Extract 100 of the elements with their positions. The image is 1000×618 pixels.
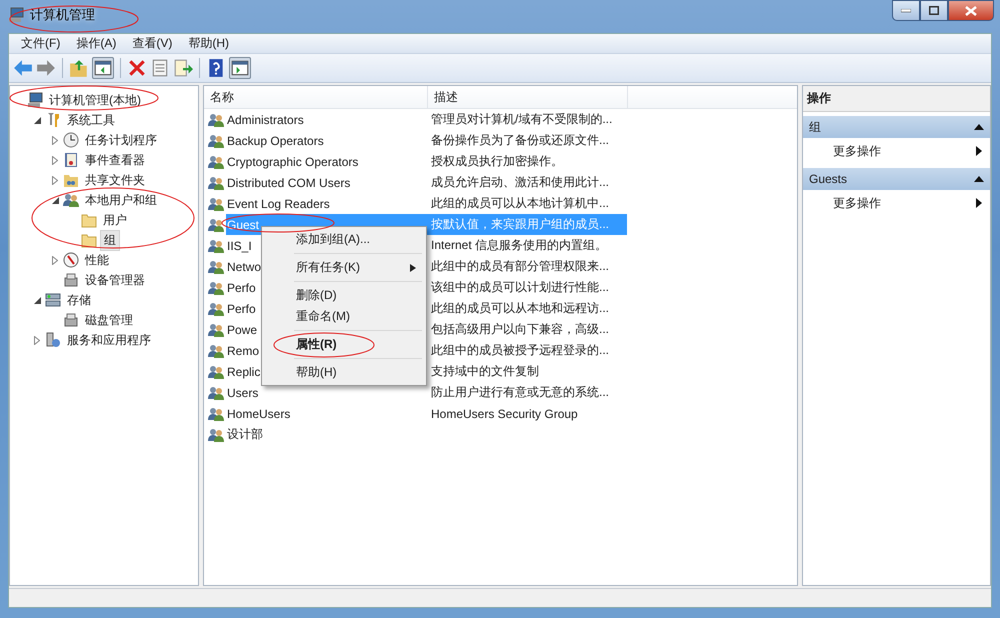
menu-item[interactable]: 属性(R) [264,334,424,355]
table-cell-text: HomeUsers Security Group [430,406,579,422]
device-icon [63,272,79,288]
collapsed-arrow-icon[interactable] [52,176,58,184]
table-cell-text: 此组的成员可以从本地计算机中... [430,195,610,212]
menu-item[interactable]: 操作(A) [68,35,124,52]
group-icon [208,280,224,296]
table-cell-text: 支持域中的文件复制 [430,363,540,380]
collapse-arrow-icon[interactable] [974,176,984,182]
group-name[interactable]: Perfo [227,302,256,316]
tree-item[interactable]: 存储 [64,290,94,310]
table-cell-text: 备份操作员为了备份或还原文件... [430,132,610,149]
tree-item[interactable]: 事件查看器 [82,150,148,170]
section-header[interactable]: Guests [803,168,990,190]
column-header[interactable]: 名称 [204,86,428,108]
group-icon [208,174,224,190]
group-name[interactable]: HomeUsers [227,406,290,420]
menu-item[interactable]: 帮助(H) [180,35,237,52]
group-icon [208,196,224,212]
group-icon [208,238,224,254]
export-list-icon[interactable] [173,58,193,78]
section-header[interactable]: 组 [803,116,990,138]
users-icon [63,192,79,208]
tree-item[interactable]: 本地用户和组 [82,190,160,210]
group-icon [208,384,224,400]
group-icon [208,364,224,380]
expanded-arrow-icon[interactable] [34,116,40,124]
group-name[interactable]: Perfo [227,280,256,294]
collapsed-arrow-icon[interactable] [52,156,58,164]
menu-item[interactable]: 帮助(H) [264,362,424,383]
device-icon [63,312,79,328]
tree-item[interactable]: 磁盘管理 [82,310,136,330]
menu-item[interactable]: 重命名(M) [264,306,424,327]
action-link[interactable]: 更多操作 [803,190,990,216]
services-icon [45,332,61,348]
tree-item[interactable]: 用户 [100,210,130,230]
collapsed-arrow-icon[interactable] [52,136,58,144]
group-name[interactable]: Backup Operators [227,134,324,148]
group-name[interactable]: 设计部 [227,426,263,443]
computer-icon [27,92,43,108]
group-icon [208,154,224,170]
table-cell-text: 此组中的成员被授予远程登录的... [430,342,610,359]
folder-icon [81,232,97,248]
close-button[interactable] [948,0,994,21]
table-cell-text: 成员允许启动、激活和使用此计... [430,174,610,191]
group-icon [208,342,224,358]
collapsed-arrow-icon[interactable] [34,336,40,344]
tree-item[interactable]: 组 [100,230,120,250]
table-cell-text: 此组的成员可以从本地和远程访... [430,300,610,317]
maximize-icon [929,6,939,15]
action-link[interactable]: 更多操作 [803,138,990,164]
table-cell-text: 管理员对计算机/域有不受限制的... [430,111,614,128]
group-name[interactable]: Netwo [227,260,262,274]
delete-icon[interactable] [127,58,147,78]
group-name[interactable]: Distributed COM Users [227,176,350,190]
storage-icon [45,292,61,308]
table-cell-text: Internet 信息服务使用的内置组。 [430,237,608,254]
group-name[interactable]: Cryptographic Operators [227,154,358,168]
group-name[interactable]: Users [227,386,258,400]
submenu-arrow-icon [976,198,982,208]
group-name[interactable]: Replic [227,364,260,378]
minimize-button[interactable] [892,0,920,21]
table-cell-text: 包括高级用户以向下兼容，高级... [430,321,610,338]
forward-arrow-icon[interactable] [36,58,56,78]
table-cell-text: 该组中的成员可以计划进行性能... [430,279,610,296]
menu-item[interactable]: 文件(F) [13,35,68,52]
properties-icon[interactable] [150,58,170,78]
tree-item[interactable]: 服务和应用程序 [64,330,154,350]
folder-up-icon[interactable] [69,58,89,78]
folder-icon [81,212,97,228]
collapsed-arrow-icon[interactable] [52,256,58,264]
maximize-button[interactable] [920,0,948,21]
expanded-arrow-icon[interactable] [52,196,58,204]
action-pane-icon[interactable] [229,57,251,79]
tree-item[interactable]: 系统工具 [64,110,118,130]
group-icon [208,406,224,422]
group-name[interactable]: Administrators [227,112,304,126]
group-name[interactable]: Powe [227,322,258,336]
tree-item[interactable]: 性能 [82,250,112,270]
menu-item[interactable]: 删除(D) [264,285,424,306]
pane-title: 操作 [803,86,990,112]
group-name[interactable]: Event Log Readers [227,196,330,210]
expanded-arrow-icon[interactable] [34,296,40,304]
tree-pane-icon[interactable] [92,57,114,79]
group-icon [208,112,224,128]
collapse-arrow-icon[interactable] [974,124,984,130]
tree-item[interactable]: 共享文件夹 [82,170,148,190]
menu-item[interactable]: 添加到组(A)... [264,229,424,250]
menu-item[interactable]: 查看(V) [124,35,180,52]
menu-item[interactable]: 所有任务(K) [264,257,424,278]
clock-icon [63,132,79,148]
column-header[interactable]: 描述 [428,86,628,108]
shared-folder-icon [63,172,79,188]
group-name[interactable]: Remo [227,344,260,358]
back-arrow-icon[interactable] [13,58,33,78]
tree-item[interactable]: 设备管理器 [82,270,148,290]
tree-item[interactable]: 任务计划程序 [82,130,160,150]
log-book-icon [63,152,79,168]
group-icon [208,258,224,274]
group-name[interactable]: IIS_I [227,238,252,252]
